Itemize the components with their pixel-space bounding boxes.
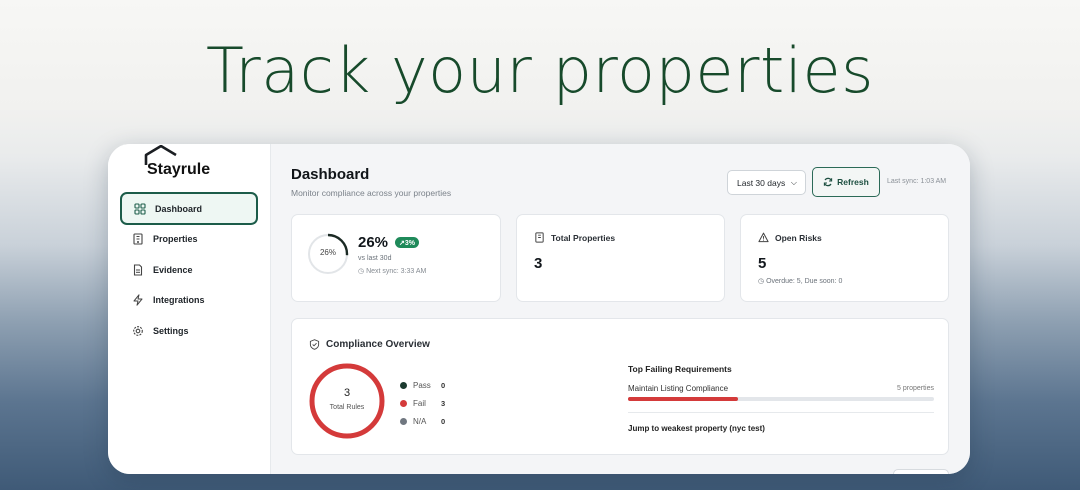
top-failing-title: Top Failing Requirements: [628, 364, 732, 374]
brand-name: Stayrule: [147, 161, 211, 178]
open-risks-value: 5: [758, 255, 767, 272]
open-risks-label: Open Risks: [775, 232, 822, 243]
donut-fail-ring: [309, 363, 385, 439]
open-risks-card: Open Risks 5 ◷ Overdue: 5, Due soon: 0: [740, 214, 949, 302]
date-range-select[interactable]: Last 30 days ⌵: [727, 170, 806, 195]
divider: [628, 412, 934, 413]
compliance-overview-card: Compliance Overview 3 Total Rules Pass 0…: [291, 318, 949, 455]
status-legend: Pass 0 Fail 3 N/A 0: [400, 376, 445, 430]
clock-icon: ◷: [358, 268, 365, 275]
clock-icon: ◷: [758, 278, 765, 285]
refresh-icon: [824, 177, 833, 187]
legend-dot-pass: [400, 381, 407, 389]
chevron-down-icon: ⌵: [790, 178, 797, 187]
partial-button-offscreen[interactable]: [893, 469, 949, 474]
building-icon: [132, 233, 144, 245]
shield-check-icon: [309, 339, 320, 350]
total-rules-value: 3: [343, 387, 351, 399]
legend-item-na: N/A 0: [400, 412, 445, 430]
compliance-overview-title: Compliance Overview: [326, 339, 430, 350]
open-risks-header: Open Risks: [758, 232, 822, 243]
open-risks-note-text: Overdue: 5, Due soon: 0: [766, 278, 843, 285]
legend-item-pass: Pass 0: [400, 376, 445, 394]
legend-label: Fail: [413, 398, 426, 408]
score-ring: 26%: [307, 233, 349, 275]
sidebar-item-integrations[interactable]: Integrations: [120, 284, 258, 317]
building-icon: [535, 232, 544, 243]
legend-value: 0: [441, 416, 446, 426]
failing-requirement-count: 5 properties: [897, 385, 934, 392]
sidebar-item-label: Dashboard: [155, 203, 203, 214]
refresh-button[interactable]: Refresh: [812, 167, 880, 197]
score-delta-badge: ↗3%: [395, 237, 419, 248]
legend-item-fail: Fail 3: [400, 394, 445, 412]
app-window: Stayrule Dashboard Properties Evidence I…: [108, 144, 970, 474]
legend-dot-fail: [400, 399, 407, 407]
sidebar: Stayrule Dashboard Properties Evidence I…: [108, 144, 271, 474]
next-sync-text: Next sync: 3:33 AM: [366, 268, 427, 275]
total-properties-value: 3: [534, 255, 543, 272]
rules-donut-chart: 3 Total Rules: [308, 362, 386, 440]
warning-icon: [758, 232, 769, 243]
failing-requirement-bar: [628, 397, 934, 401]
legend-label: Pass: [413, 380, 431, 390]
page-subtitle: Monitor compliance across your propertie…: [291, 188, 452, 198]
legend-label: N/A: [413, 416, 427, 426]
sidebar-item-label: Evidence: [153, 264, 193, 275]
total-properties-header: Total Properties: [534, 232, 615, 243]
open-risks-note: ◷ Overdue: 5, Due soon: 0: [758, 277, 842, 285]
next-sync: ◷ Next sync: 3:33 AM: [358, 267, 426, 275]
legend-dot-na: [400, 417, 407, 425]
total-properties-label: Total Properties: [551, 232, 616, 243]
page-headline: Track your properties: [206, 34, 874, 107]
sidebar-item-properties[interactable]: Properties: [120, 223, 258, 256]
grid-icon: [134, 202, 146, 215]
score-value: 26%: [358, 234, 389, 251]
sidebar-item-settings[interactable]: Settings: [120, 314, 258, 347]
brand-logo: Stayrule: [141, 145, 221, 185]
sidebar-item-label: Integrations: [153, 295, 205, 305]
document-icon: [132, 263, 144, 276]
sidebar-item-evidence[interactable]: Evidence: [120, 253, 258, 286]
last-sync-text: Last sync: 1:03 AM: [887, 178, 947, 185]
legend-value: 3: [441, 398, 446, 408]
score-ring-label: 26%: [319, 248, 336, 257]
score-comparison: vs last 30d: [358, 255, 392, 262]
main-content: Dashboard Monitor compliance across your…: [271, 144, 970, 474]
total-properties-card: Total Properties 3: [516, 214, 725, 302]
zap-icon: [132, 294, 144, 306]
page-title: Dashboard: [291, 166, 370, 183]
jump-to-weakest-link[interactable]: Jump to weakest property (nyc test): [628, 424, 765, 433]
gear-icon: [132, 325, 144, 337]
sidebar-item-label: Settings: [153, 325, 189, 336]
sidebar-nav: Dashboard Properties Evidence Integratio…: [120, 192, 258, 345]
sidebar-item-dashboard[interactable]: Dashboard: [120, 192, 258, 225]
total-rules-label: Total Rules: [329, 404, 365, 411]
failing-requirement-link[interactable]: Maintain Listing Compliance: [628, 384, 728, 393]
refresh-label: Refresh: [837, 177, 869, 187]
failing-requirement-bar-fill: [628, 397, 739, 401]
legend-value: 0: [441, 380, 446, 390]
compliance-overview-header: Compliance Overview: [309, 339, 430, 350]
date-range-value: Last 30 days: [737, 177, 786, 188]
compliance-score-card: 26% 26% ↗3% vs last 30d ◷ Next sync: 3:3…: [291, 214, 501, 302]
sidebar-item-label: Properties: [153, 234, 198, 244]
